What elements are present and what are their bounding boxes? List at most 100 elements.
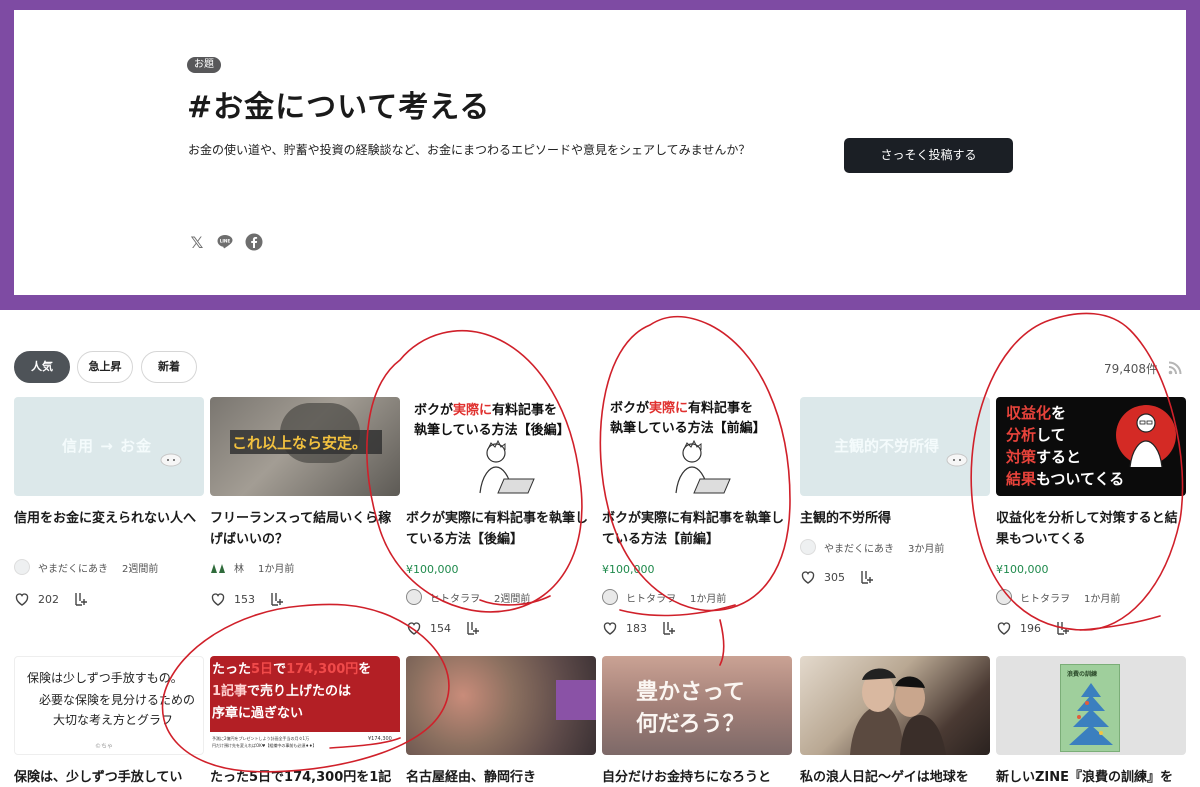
post-now-button[interactable]: さっそく投稿する — [844, 138, 1013, 173]
article-title[interactable]: ボクが実際に有料記事を執筆している方法【後編】 — [406, 508, 598, 550]
like-count: 196 — [1020, 621, 1041, 635]
article-thumbnail[interactable]: ボクが実際に有料記事を 執筆している方法【後編】 — [406, 397, 596, 496]
like-count: 305 — [824, 570, 845, 584]
magazine-add-icon[interactable] — [73, 591, 89, 607]
heart-icon[interactable] — [210, 591, 226, 607]
article-title[interactable]: たった5日で174,300円を1記 — [210, 767, 402, 787]
tab-rising[interactable]: 急上昇 — [77, 351, 133, 383]
heart-icon[interactable] — [996, 620, 1012, 636]
illustration — [850, 668, 946, 755]
illustration — [675, 439, 731, 494]
avatar[interactable] — [406, 589, 422, 605]
like-count: 154 — [430, 621, 451, 635]
line-share-icon[interactable]: LINE — [216, 233, 234, 251]
thumbnail-text: 序章に過ぎない — [212, 706, 304, 721]
article-thumbnail[interactable]: たった5日で174,300円を 1記事で売り上げたのは 序章に過ぎない 予測に2… — [210, 656, 400, 755]
portrait-illustration — [1116, 405, 1176, 468]
topic-description: お金の使い道や、貯蓄や投資の経験談など、お金にまつわるエピソードや意見をシェアし… — [188, 143, 751, 157]
author-name[interactable]: やまだくにあき — [824, 540, 894, 555]
article-title[interactable]: 主観的不労所得 — [800, 508, 992, 530]
heart-icon[interactable] — [14, 591, 30, 607]
author-info[interactable]: やまだくにあき 2週間前 — [14, 559, 158, 575]
magazine-add-icon[interactable] — [859, 569, 875, 585]
article-stats: 196 — [996, 620, 1071, 636]
author-name[interactable]: ヒトタラヲ — [626, 590, 676, 605]
tab-new[interactable]: 新着 — [141, 351, 197, 383]
article-count: 79,408件 — [1104, 362, 1158, 376]
hero-frame: お題 #お金について考える お金の使い道や、貯蓄や投資の経験談など、お金にまつわ… — [0, 0, 1200, 310]
avatar[interactable] — [210, 559, 226, 575]
article-thumbnail[interactable]: 浪費の訓練 — [996, 656, 1186, 755]
author-info[interactable]: 林 1か月前 — [210, 559, 294, 575]
article-title[interactable]: ボクが実際に有料記事を執筆している方法【前編】 — [602, 508, 794, 550]
thumbnail-credit: ©ちゃ — [95, 743, 114, 750]
magazine-add-icon[interactable] — [661, 620, 677, 636]
article-title[interactable]: 収益化を分析して対策すると結果もついてくる — [996, 508, 1188, 550]
thumbnail-text: たった5日で174,300円を — [212, 662, 372, 677]
article-price: ¥100,000 — [406, 563, 459, 576]
thumbnail-text: 執筆している方法【前編】 — [610, 421, 766, 436]
heart-icon[interactable] — [800, 569, 816, 585]
cloud-icon — [946, 453, 968, 467]
article-thumbnail[interactable] — [406, 656, 596, 755]
article-thumbnail[interactable]: 主観的不労所得 — [800, 397, 990, 496]
author-name[interactable]: やまだくにあき — [38, 560, 108, 575]
article-thumbnail[interactable]: 収益化を 分析して 対策すると 結果もついてくる — [996, 397, 1186, 496]
article-title[interactable]: フリーランスって結局いくら稼げばいいの？ — [210, 508, 402, 550]
author-name[interactable]: 林 — [234, 560, 244, 575]
article-stats: 153 — [210, 591, 285, 607]
thumbnail-footer: 予測に2億円をプレゼントしよう計画全手当の月々1万 — [212, 736, 310, 741]
article-title[interactable]: 私の浪人日記〜ゲイは地球を — [800, 767, 992, 787]
article-thumbnail[interactable]: 豊かさって 何だろう？ — [602, 656, 792, 755]
like-count: 202 — [38, 592, 59, 606]
article-thumbnail[interactable]: これ以上なら安定。 — [210, 397, 400, 496]
article-thumbnail[interactable]: ボクが実際に有料記事を 執筆している方法【前編】 — [602, 397, 792, 496]
article-title[interactable]: 名古屋経由、静岡行き — [406, 767, 598, 787]
topic-hero: お題 #お金について考える お金の使い道や、貯蓄や投資の経験談など、お金にまつわ… — [14, 10, 1186, 295]
article-thumbnail[interactable] — [800, 656, 990, 755]
post-time: 2週間前 — [122, 563, 159, 575]
wallet-photo — [556, 680, 596, 720]
magazine-add-icon[interactable] — [269, 591, 285, 607]
thumbnail-text: 大切な考え方とグラフ — [53, 713, 174, 727]
avatar[interactable] — [800, 539, 816, 555]
magazine-add-icon[interactable] — [1055, 620, 1071, 636]
author-info[interactable]: ヒトタラヲ 1か月前 — [996, 589, 1120, 605]
article-stats: 154 — [406, 620, 481, 636]
like-count: 153 — [234, 592, 255, 606]
article-price: ¥100,000 — [602, 563, 655, 576]
thumbnail-text: 執筆している方法【後編】 — [414, 423, 570, 438]
book-illustration — [1069, 683, 1113, 745]
avatar[interactable] — [14, 559, 30, 575]
article-title[interactable]: 保険は、少しずつ手放してい — [14, 767, 206, 787]
book-cover: 浪費の訓練 — [1060, 664, 1120, 752]
post-time: 1か月前 — [690, 593, 727, 605]
heart-icon[interactable] — [602, 620, 618, 636]
x-share-icon[interactable]: 𝕏 — [188, 233, 206, 252]
avatar[interactable] — [996, 589, 1012, 605]
author-info[interactable]: ヒトタラヲ 1か月前 — [602, 589, 726, 605]
avatar[interactable] — [602, 589, 618, 605]
post-time: 1か月前 — [258, 563, 295, 575]
heart-icon[interactable] — [406, 620, 422, 636]
article-thumbnail[interactable]: 信用 → お金 — [14, 397, 204, 496]
article-title[interactable]: 新しいZINE『浪費の訓練』を — [996, 767, 1188, 787]
article-title[interactable]: 信用をお金に変えられない人へ — [14, 508, 206, 550]
article-price: ¥100,000 — [996, 563, 1049, 576]
rss-icon[interactable] — [1168, 360, 1182, 375]
facebook-share-icon[interactable] — [245, 233, 263, 251]
tab-popular[interactable]: 人気 — [14, 351, 70, 383]
author-info[interactable]: ヒトタラヲ 2週間前 — [406, 589, 530, 605]
magazine-add-icon[interactable] — [465, 620, 481, 636]
author-info[interactable]: やまだくにあき 3か月前 — [800, 539, 944, 555]
svg-text:LINE: LINE — [220, 239, 231, 244]
article-thumbnail[interactable]: 保険は少しずつ手放すもの。 必要な保険を見分けるための 大切な考え方とグラフ ©… — [14, 656, 204, 755]
thumbnail-text: 何だろう？ — [636, 712, 745, 737]
post-time: 2週間前 — [494, 593, 531, 605]
post-time: 1か月前 — [1084, 593, 1121, 605]
book-title: 浪費の訓練 — [1067, 671, 1098, 678]
author-name[interactable]: ヒトタラヲ — [1020, 590, 1070, 605]
article-title[interactable]: 自分だけお金持ちになろうと — [602, 767, 794, 787]
author-name[interactable]: ヒトタラヲ — [430, 590, 480, 605]
thumbnail-text: 豊かさって — [636, 680, 745, 705]
